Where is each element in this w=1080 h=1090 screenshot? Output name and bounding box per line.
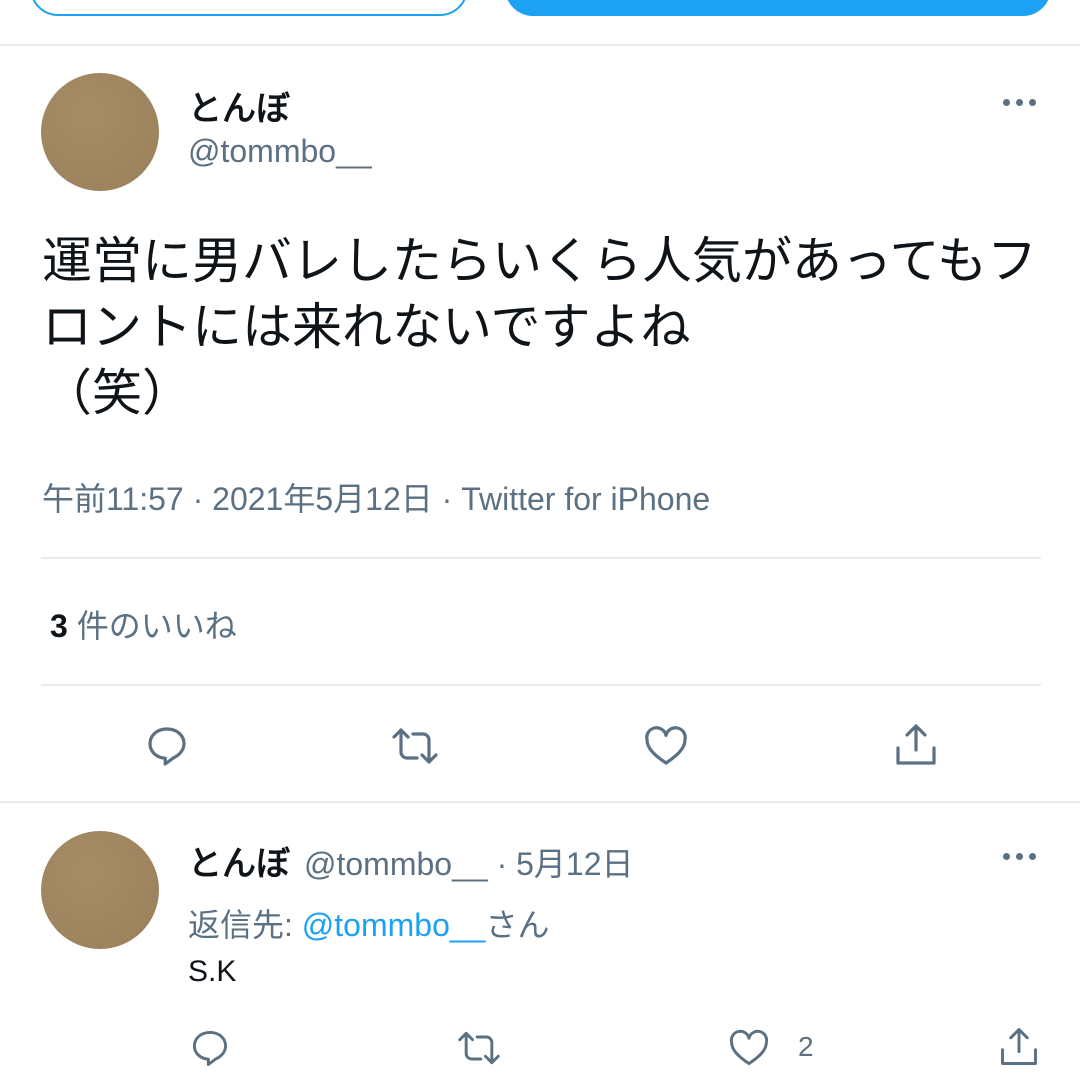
share-icon[interactable] [997,1024,1041,1070]
header-divider [0,44,1080,46]
tweet-text: 運営に男バレしたらいくら人気があってもフロントには来れないですよね （笑） [42,233,1037,421]
tweet-meta: 午前11:57 · 2021年5月12日 · Twitter for iPhon… [42,474,710,520]
tweet-source[interactable]: Twitter for iPhone [461,481,710,517]
reply-date[interactable]: 5月12日 [516,846,633,882]
reply-user-handle[interactable]: @tommbo__ [304,846,488,882]
meta-separator: · [441,481,453,517]
user-handle[interactable]: @tommbo__ [188,133,372,170]
avatar[interactable] [41,73,159,191]
reply-icon[interactable] [143,722,191,770]
reply-prefix: 返信先: [188,907,293,943]
divider [41,557,1041,559]
reply-like-count: 2 [798,1031,814,1062]
retweet-icon[interactable] [455,1026,503,1070]
reply-suffix: さん [485,907,550,943]
heart-icon[interactable] [726,1026,772,1070]
meta-separator: · [192,481,204,517]
more-icon[interactable] [1003,99,1036,106]
section-divider [0,801,1080,803]
display-name[interactable]: とんぼ [188,81,290,130]
heart-icon[interactable] [641,722,691,770]
meta-separator: · [496,846,508,882]
likes-count-row[interactable]: 3 件のいいね [50,601,237,647]
reply-mention-link[interactable]: @tommbo__ [302,907,486,943]
reply-icon[interactable] [188,1026,232,1070]
tweet-date[interactable]: 2021年5月12日 [212,481,433,517]
divider [41,684,1041,686]
reply-header-meta: @tommbo__ · 5月12日 [304,839,634,885]
like-label: 件のいいね [76,608,237,644]
retweet-icon[interactable] [389,722,441,770]
tweet-time: 午前11:57 [42,481,184,517]
replying-to: 返信先: @tommbo__さん [188,900,549,946]
reply-text: S.K [188,955,237,988]
top-primary-button[interactable] [505,0,1051,16]
like-count: 3 [50,608,68,644]
reply-avatar[interactable] [41,831,159,949]
share-icon[interactable] [892,720,940,770]
top-outline-button[interactable] [30,0,468,16]
reply-display-name[interactable]: とんぼ [188,836,290,885]
more-icon[interactable] [1003,853,1036,860]
